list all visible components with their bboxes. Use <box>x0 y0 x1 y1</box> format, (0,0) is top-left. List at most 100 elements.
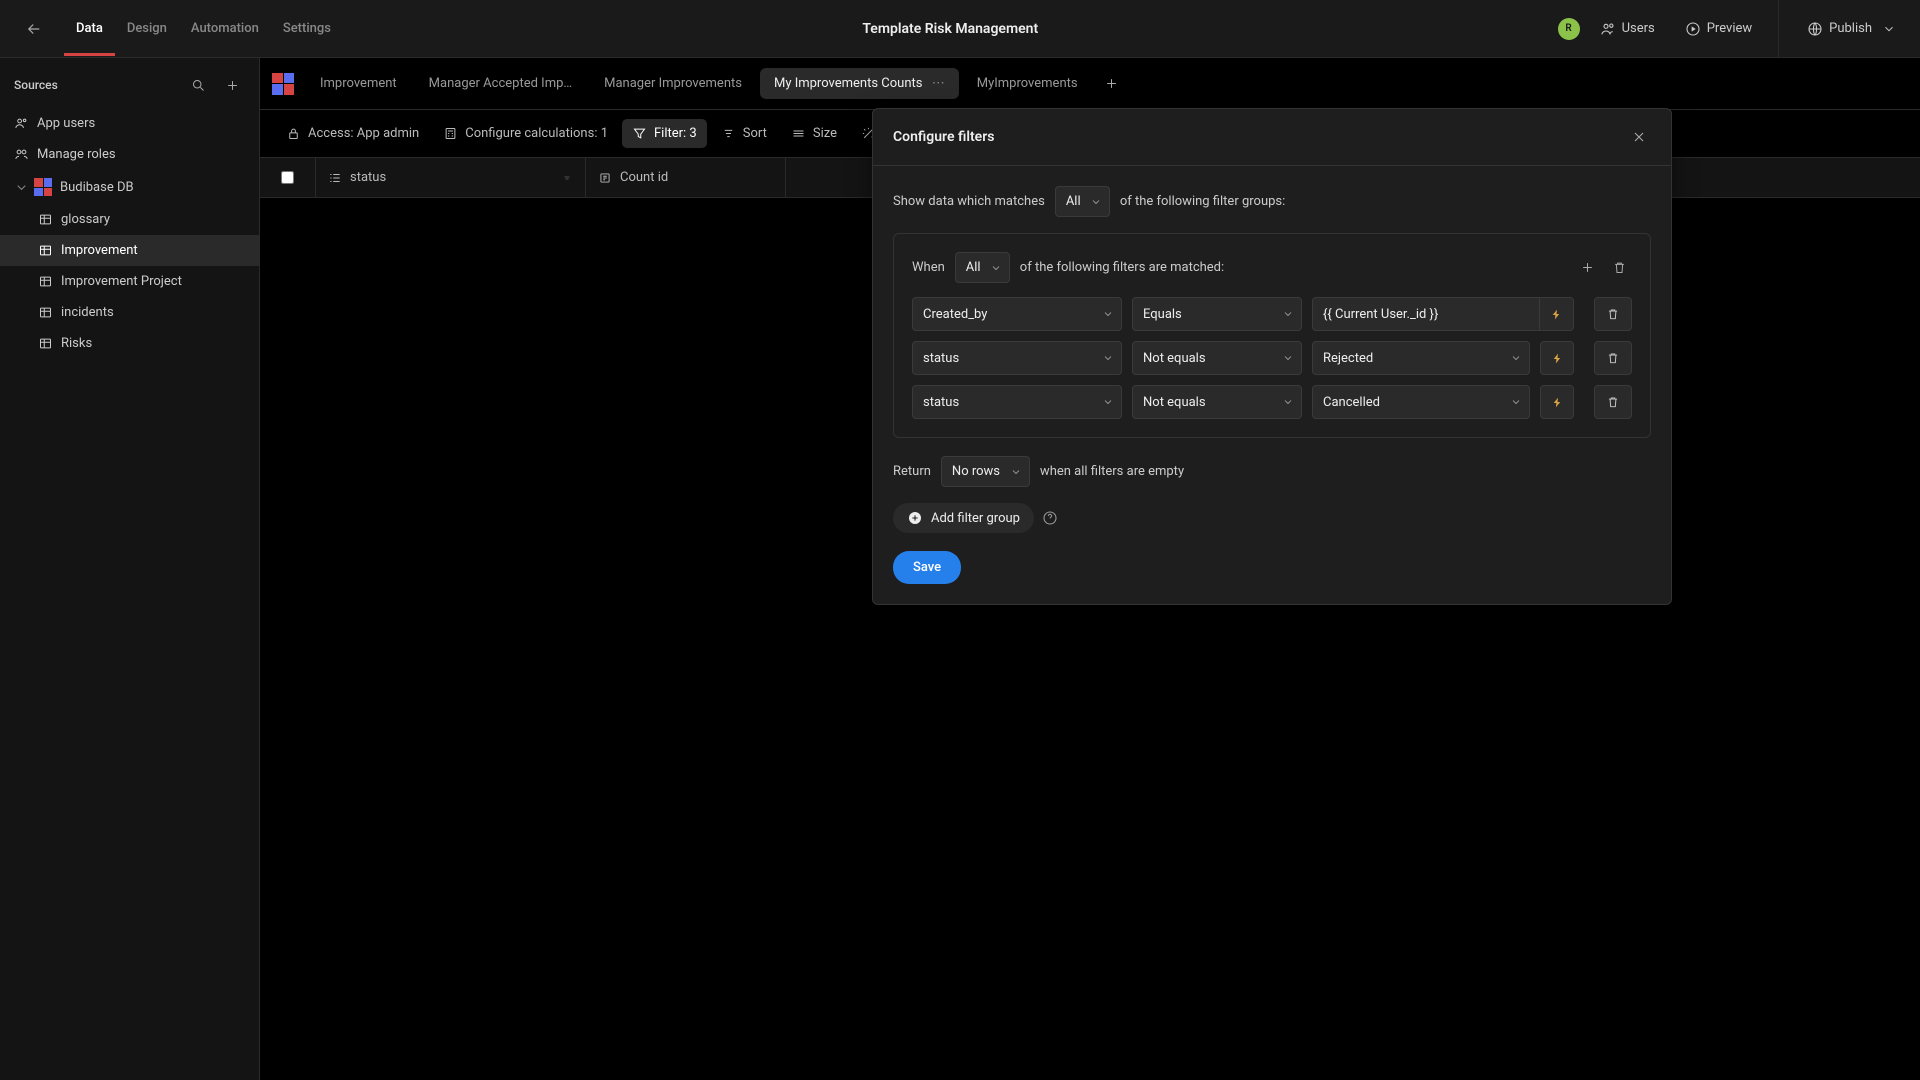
sort-button[interactable]: Sort <box>711 119 777 148</box>
match-suffix: of the following filter groups: <box>1120 194 1285 209</box>
table-icon <box>38 274 53 289</box>
nav-tab-data[interactable]: Data <box>64 1 115 56</box>
return-suffix: when all filters are empty <box>1040 464 1184 479</box>
globe-icon <box>1807 21 1823 37</box>
filter-value-select[interactable]: Rejected <box>1312 341 1530 375</box>
binding-button[interactable] <box>1540 385 1574 419</box>
back-button[interactable] <box>18 13 50 45</box>
when-suffix: of the following filters are matched: <box>1020 260 1224 275</box>
filter-row: status Not equals Rejected <box>912 341 1632 375</box>
sidebar-item-glossary[interactable]: glossary <box>0 204 259 235</box>
bb-logo-icon <box>272 73 294 95</box>
topbar-left: Data Design Automation Settings <box>0 1 343 56</box>
sidebar-item-risks[interactable]: Risks <box>0 328 259 359</box>
topbar: Data Design Automation Settings Template… <box>0 0 1920 58</box>
binding-button[interactable] <box>1540 297 1574 331</box>
filter-field-select[interactable]: status <box>912 341 1122 375</box>
match-select[interactable]: All <box>1055 186 1110 217</box>
column-header-status[interactable]: status <box>316 158 586 197</box>
table-icon <box>38 305 53 320</box>
help-button[interactable] <box>1042 510 1058 526</box>
view-tab-manager-accepted[interactable]: Manager Accepted Imp… <box>415 68 586 99</box>
view-tabs: Improvement Manager Accepted Imp… Manage… <box>260 58 1920 110</box>
filter-group-actions <box>1574 255 1632 281</box>
play-circle-icon <box>1685 21 1701 37</box>
when-select[interactable]: All <box>955 252 1010 283</box>
column-label: Count id <box>620 170 668 185</box>
sidebar-item-budibase-db[interactable]: Budibase DB <box>0 170 259 204</box>
filter-op-select[interactable]: Equals <box>1132 297 1302 331</box>
filter-label: Filter: 3 <box>654 126 697 141</box>
save-button[interactable]: Save <box>893 551 961 584</box>
filter-op-select[interactable]: Not equals <box>1132 385 1302 419</box>
filter-icon <box>632 126 647 141</box>
nav-tabs: Data Design Automation Settings <box>64 1 343 56</box>
sort-label: Sort <box>743 126 767 141</box>
users-button[interactable]: Users <box>1590 15 1665 43</box>
preview-label: Preview <box>1707 21 1752 36</box>
tab-menu-button[interactable]: ⋯ <box>932 76 945 91</box>
sort-indicator-icon[interactable] <box>561 172 573 184</box>
filter-field-select[interactable]: status <box>912 385 1122 419</box>
nav-tab-automation[interactable]: Automation <box>179 1 271 56</box>
view-tab-improvement[interactable]: Improvement <box>306 68 411 99</box>
delete-filter-button[interactable] <box>1594 341 1632 375</box>
filter-value-input[interactable] <box>1312 297 1540 331</box>
filter-button[interactable]: Filter: 3 <box>622 119 707 148</box>
return-select[interactable]: No rows <box>941 456 1030 487</box>
publish-button[interactable]: Publish <box>1795 15 1908 43</box>
filter-panel-body: Show data which matches All of the follo… <box>873 166 1671 604</box>
nav-tab-settings[interactable]: Settings <box>271 1 343 56</box>
number-icon <box>598 171 612 185</box>
sidebar-item-improvement-project[interactable]: Improvement Project <box>0 266 259 297</box>
sidebar-item-incidents[interactable]: incidents <box>0 297 259 328</box>
view-tab-manager-improvements[interactable]: Manager Improvements <box>590 68 756 99</box>
sidebar-item-label: Budibase DB <box>60 180 134 195</box>
preview-button[interactable]: Preview <box>1675 15 1762 43</box>
calc-button[interactable]: Configure calculations: 1 <box>433 119 618 148</box>
filter-panel: Configure filters Show data which matche… <box>872 108 1672 605</box>
select-all-cell[interactable] <box>260 158 316 197</box>
column-header-count-id[interactable]: Count id <box>586 158 786 197</box>
sidebar-header: Sources <box>0 58 259 108</box>
sidebar-item-label: incidents <box>61 305 114 320</box>
add-source-button[interactable] <box>219 72 245 98</box>
sidebar-item-app-users[interactable]: App users <box>0 108 259 139</box>
avatar[interactable]: R <box>1558 18 1580 40</box>
when-label: When <box>912 260 945 275</box>
sidebar-item-label: Risks <box>61 336 92 351</box>
binding-button[interactable] <box>1540 341 1574 375</box>
sidebar-item-manage-roles[interactable]: Manage roles <box>0 139 259 170</box>
filter-op-select[interactable]: Not equals <box>1132 341 1302 375</box>
close-button[interactable] <box>1627 125 1651 149</box>
access-label: Access: App admin <box>308 126 419 141</box>
filter-row: Created_by Equals <box>912 297 1632 331</box>
delete-filter-button[interactable] <box>1594 385 1632 419</box>
select-all-checkbox[interactable] <box>281 171 294 184</box>
delete-group-button[interactable] <box>1606 255 1632 281</box>
trash-icon <box>1606 395 1620 409</box>
table-icon <box>38 243 53 258</box>
bolt-icon <box>1551 352 1564 365</box>
help-icon <box>1042 510 1058 526</box>
add-filter-group-button[interactable]: Add filter group <box>893 503 1034 533</box>
column-label: status <box>350 170 386 185</box>
delete-filter-button[interactable] <box>1594 297 1632 331</box>
filter-value-select[interactable]: Cancelled <box>1312 385 1530 419</box>
separator <box>1778 0 1779 58</box>
view-tab-myimprovements[interactable]: MyImprovements <box>963 68 1092 99</box>
users-label: Users <box>1622 21 1655 36</box>
add-view-button[interactable] <box>1096 68 1127 99</box>
sidebar-item-improvement[interactable]: Improvement <box>0 235 259 266</box>
sidebar-title: Sources <box>14 78 58 92</box>
calc-label: Configure calculations: 1 <box>465 126 608 141</box>
nav-tab-design[interactable]: Design <box>115 1 179 56</box>
size-button[interactable]: Size <box>781 119 847 148</box>
search-sources-button[interactable] <box>185 72 211 98</box>
view-tab-label: My Improvements Counts <box>774 76 923 91</box>
filter-field-select[interactable]: Created_by <box>912 297 1122 331</box>
view-tab-my-improvements-counts[interactable]: My Improvements Counts ⋯ <box>760 68 959 99</box>
access-button[interactable]: Access: App admin <box>276 119 429 148</box>
sidebar-actions <box>185 72 245 98</box>
add-filter-button[interactable] <box>1574 255 1600 281</box>
